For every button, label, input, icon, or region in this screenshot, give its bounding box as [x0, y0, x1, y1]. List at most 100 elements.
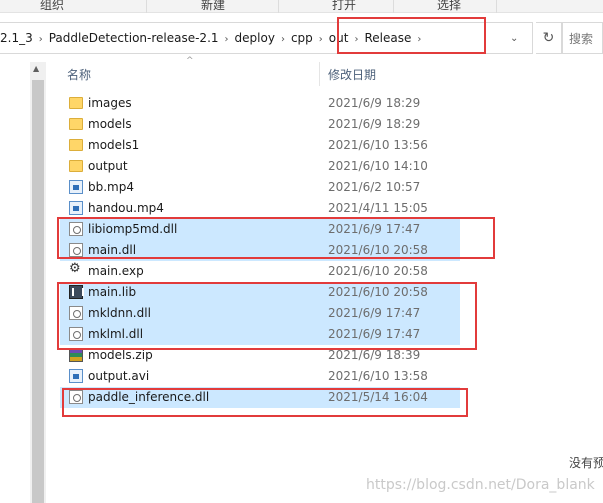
- exp-file-icon: [69, 261, 83, 278]
- file-date-modified: 2021/6/9 18:29: [328, 96, 421, 110]
- video-file-icon: [69, 180, 83, 194]
- scrollbar-thumb[interactable]: [32, 80, 44, 503]
- file-name: models1: [88, 138, 140, 152]
- file-date-modified: 2021/6/10 13:58: [328, 369, 428, 383]
- file-row[interactable]: images 2021/6/9 18:29: [60, 93, 460, 114]
- dll-file-icon: [69, 222, 83, 236]
- file-name: paddle_inference.dll: [88, 390, 210, 404]
- file-date-modified: 2021/6/9 18:29: [328, 117, 421, 131]
- file-date-modified: 2021/6/9 17:47: [328, 327, 421, 341]
- file-list: images 2021/6/9 18:29 models 2021/6/9 18:29…: [60, 93, 460, 408]
- breadcrumb-item[interactable]: Release: [364, 31, 411, 45]
- file-row[interactable]: mkldnn.dll 2021/6/9 17:47: [60, 303, 460, 324]
- chevron-right-icon[interactable]: ›: [281, 34, 285, 45]
- file-date-modified: 2021/6/10 13:56: [328, 138, 428, 152]
- file-row[interactable]: output.avi 2021/6/10 13:58: [60, 366, 460, 387]
- folder-icon: [69, 118, 83, 130]
- file-row[interactable]: libiomp5md.dll 2021/6/9 17:47: [60, 219, 460, 240]
- ribbon-divider: [393, 0, 394, 13]
- lib-file-icon: [69, 285, 84, 299]
- navigation-pane: [0, 56, 33, 503]
- ribbon-divider: [496, 0, 497, 13]
- breadcrumb-item[interactable]: out: [329, 31, 349, 45]
- dll-file-icon: [69, 243, 83, 257]
- file-row[interactable]: handou.mp4 2021/4/11 15:05: [60, 198, 460, 219]
- column-header: ^ 名称 修改日期: [60, 56, 460, 86]
- folder-icon: [69, 160, 83, 172]
- folder-icon: [69, 97, 83, 109]
- video-file-icon: [69, 201, 83, 215]
- breadcrumb-item[interactable]: PaddleDetection-release-2.1: [49, 31, 219, 45]
- folder-icon: [69, 139, 83, 151]
- file-row[interactable]: models 2021/6/9 18:29: [60, 114, 460, 135]
- file-date-modified: 2021/6/10 20:58: [328, 264, 428, 278]
- file-name: main.exp: [88, 264, 144, 278]
- dll-file-icon: [69, 327, 83, 341]
- address-bar[interactable]: 2.1_3 › PaddleDetection-release-2.1 › deploy…: [0, 22, 533, 54]
- chevron-right-icon[interactable]: ›: [39, 34, 43, 45]
- file-date-modified: 2021/6/10 20:58: [328, 243, 428, 257]
- file-date-modified: 2021/6/9 17:47: [328, 306, 421, 320]
- chevron-right-icon[interactable]: ›: [319, 34, 323, 45]
- file-name: mklml.dll: [88, 327, 144, 341]
- ribbon-open-label[interactable]: 打开: [332, 0, 356, 13]
- file-row[interactable]: output 2021/6/10 14:10: [60, 156, 460, 177]
- file-date-modified: 2021/6/9 17:47: [328, 222, 421, 236]
- chevron-right-icon[interactable]: ›: [417, 34, 421, 45]
- file-row[interactable]: models.zip 2021/6/9 18:39: [60, 345, 460, 366]
- file-row[interactable]: models1 2021/6/10 13:56: [60, 135, 460, 156]
- chevron-right-icon[interactable]: ›: [225, 34, 229, 45]
- file-name: images: [88, 96, 132, 110]
- file-row[interactable]: main.dll 2021/6/10 20:58: [60, 240, 460, 261]
- column-header-name[interactable]: 名称: [67, 66, 91, 83]
- file-row[interactable]: bb.mp4 2021/6/2 10:57: [60, 177, 460, 198]
- file-date-modified: 2021/4/11 15:05: [328, 201, 428, 215]
- file-name: mkldnn.dll: [88, 306, 151, 320]
- breadcrumb-item[interactable]: 2.1_3: [0, 31, 33, 45]
- address-row: 2.1_3 › PaddleDetection-release-2.1 › deploy…: [0, 22, 603, 54]
- ribbon-divider: [278, 0, 279, 13]
- chevron-right-icon[interactable]: ›: [354, 34, 358, 45]
- ribbon-new-label[interactable]: 新建: [201, 0, 225, 13]
- dll-file-icon: [69, 306, 83, 320]
- file-name: models: [88, 117, 132, 131]
- file-date-modified: 2021/6/2 10:57: [328, 180, 421, 194]
- preview-pane-message: 没有预: [569, 456, 603, 470]
- zip-file-icon: [69, 348, 83, 362]
- search-placeholder: 搜索: [569, 32, 594, 46]
- refresh-button[interactable]: ↻: [536, 22, 562, 54]
- video-file-icon: [69, 369, 83, 383]
- breadcrumb-item[interactable]: deploy: [235, 31, 275, 45]
- sort-ascending-icon: ^: [186, 56, 194, 66]
- scroll-up-icon[interactable]: ▲: [33, 64, 39, 73]
- file-name: main.lib: [88, 285, 137, 299]
- ribbon-divider: [146, 0, 147, 13]
- ribbon-organize-label[interactable]: 组织: [40, 0, 64, 13]
- chevron-down-icon[interactable]: ⌄: [510, 33, 518, 44]
- search-input[interactable]: 搜索: [562, 22, 603, 54]
- file-name: output: [88, 159, 128, 173]
- refresh-icon: ↻: [542, 30, 555, 46]
- column-divider[interactable]: [319, 62, 320, 86]
- column-header-date-modified[interactable]: 修改日期: [328, 66, 376, 83]
- file-name: handou.mp4: [88, 201, 164, 215]
- file-date-modified: 2021/6/10 20:58: [328, 285, 428, 299]
- file-name: main.dll: [88, 243, 137, 257]
- file-name: libiomp5md.dll: [88, 222, 178, 236]
- file-row[interactable]: mklml.dll 2021/6/9 17:47: [60, 324, 460, 345]
- breadcrumb-item[interactable]: cpp: [291, 31, 313, 45]
- file-row[interactable]: paddle_inference.dll 2021/5/14 16:04: [60, 387, 460, 408]
- file-row[interactable]: main.lib 2021/6/10 20:58: [60, 282, 460, 303]
- file-date-modified: 2021/5/14 16:04: [328, 390, 428, 404]
- file-name: models.zip: [88, 348, 153, 362]
- file-name: output.avi: [88, 369, 150, 383]
- watermark: https://blog.csdn.net/Dora_blank: [366, 477, 595, 493]
- ribbon-select-label[interactable]: 选择: [437, 0, 461, 13]
- file-date-modified: 2021/6/10 14:10: [328, 159, 428, 173]
- file-date-modified: 2021/6/9 18:39: [328, 348, 421, 362]
- file-name: bb.mp4: [88, 180, 134, 194]
- breadcrumb: 2.1_3 › PaddleDetection-release-2.1 › deploy…: [0, 31, 427, 45]
- file-row[interactable]: main.exp 2021/6/10 20:58: [60, 261, 460, 282]
- navigation-scrollbar[interactable]: ▲: [30, 62, 46, 503]
- ribbon-toolbar: 组织 新建 打开 选择: [0, 0, 603, 13]
